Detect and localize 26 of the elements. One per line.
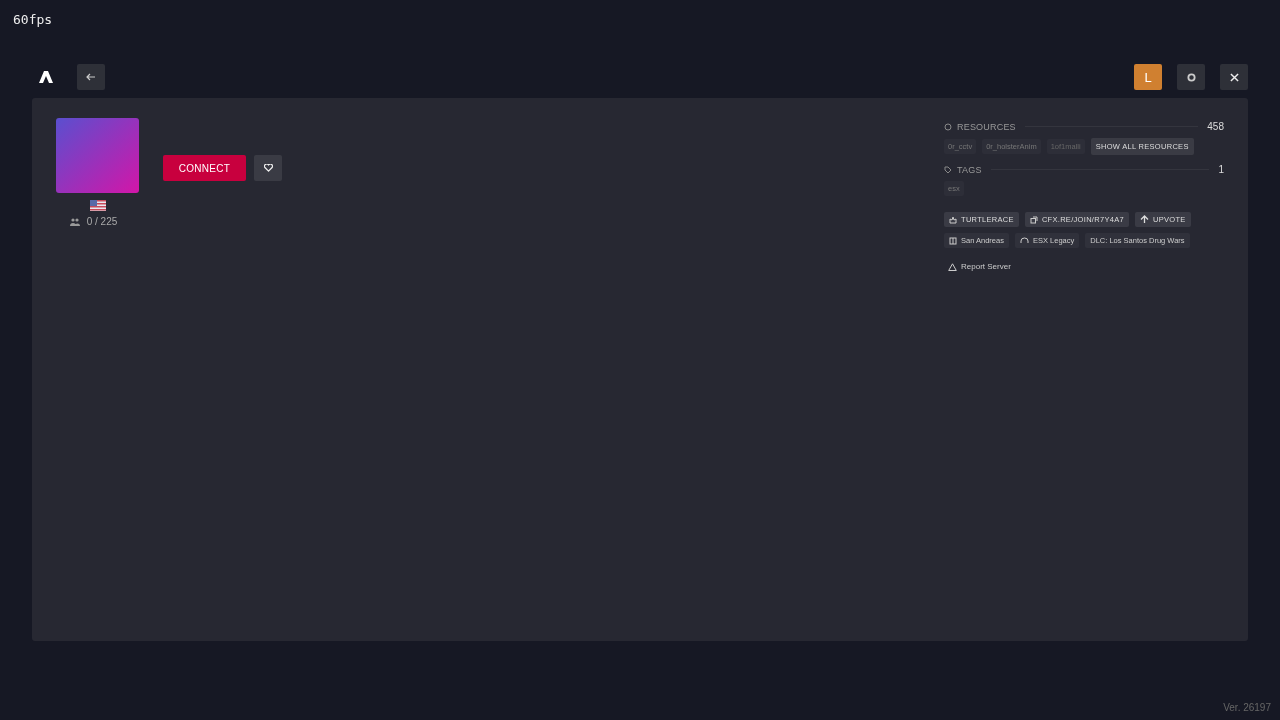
- connect-button[interactable]: CONNECT: [163, 155, 246, 181]
- close-icon: [1229, 72, 1239, 82]
- map-icon: [949, 236, 957, 245]
- tag-count: 1: [1218, 164, 1224, 175]
- settings-icon: [1186, 72, 1196, 82]
- back-button[interactable]: [77, 64, 105, 90]
- section-title: RESOURCES: [957, 121, 1016, 132]
- heart-icon: [263, 164, 273, 172]
- resources-icon: [944, 122, 952, 131]
- players-icon: [69, 217, 80, 226]
- flag-icon: [89, 200, 106, 211]
- settings-button[interactable]: [1177, 64, 1205, 90]
- favorite-button[interactable]: [254, 155, 282, 181]
- fps-counter: 60fps: [13, 12, 54, 28]
- warning-icon: [948, 262, 957, 271]
- player-count: 0 / 225: [86, 216, 118, 227]
- back-arrow-icon: [86, 73, 96, 81]
- resource-count: 458: [1207, 121, 1224, 132]
- tag-icon: [944, 165, 952, 174]
- version-label: Ver. 26197: [1223, 702, 1271, 713]
- report-server-button[interactable]: Report Server: [944, 262, 1015, 271]
- up-arrow-icon: [1139, 215, 1149, 224]
- logo-icon: [39, 70, 53, 84]
- external-link-icon: [1029, 215, 1038, 224]
- section-title: TAGS: [957, 164, 982, 175]
- close-button[interactable]: [1220, 64, 1248, 90]
